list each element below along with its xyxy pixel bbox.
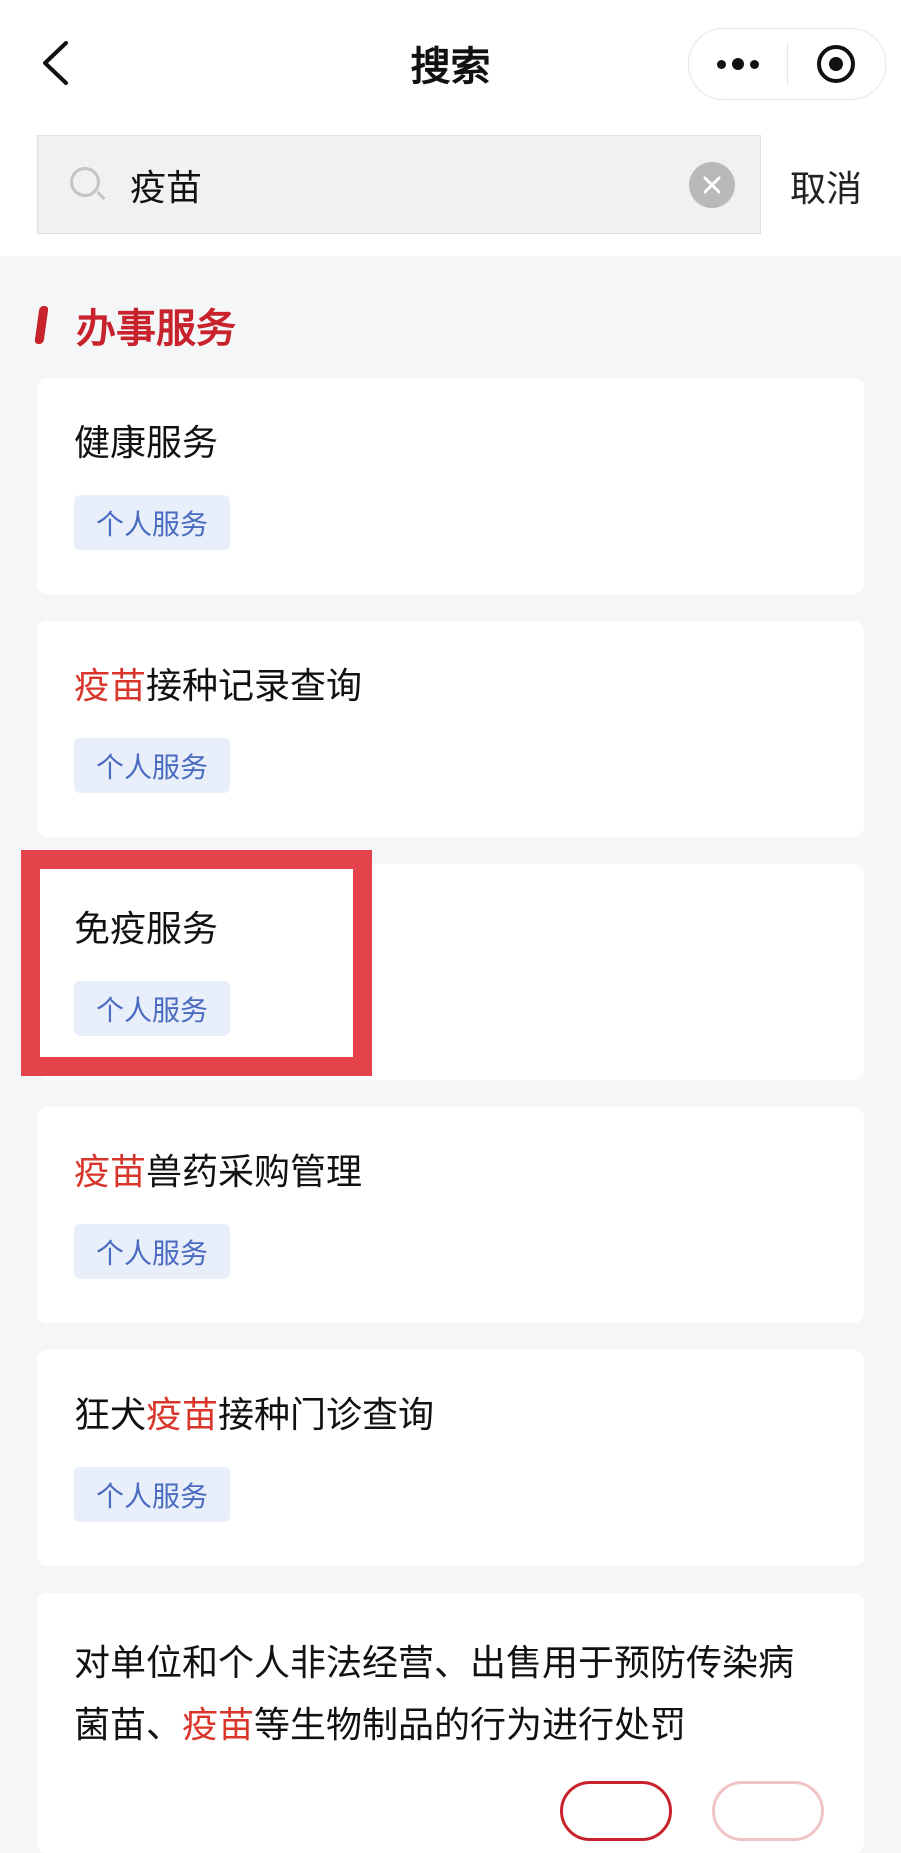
- section-header: 办事服务: [34, 300, 236, 352]
- cancel-button[interactable]: 取消: [790, 160, 862, 212]
- action-button[interactable]: [712, 1781, 824, 1841]
- search-query[interactable]: 疫苗: [130, 159, 689, 211]
- more-button[interactable]: [689, 29, 787, 99]
- search-input[interactable]: 疫苗: [37, 135, 761, 234]
- result-title: 健康服务: [74, 423, 219, 464]
- result-title: 免疫服务: [74, 909, 219, 950]
- clear-icon: [703, 176, 721, 193]
- category-tag: 个人服务: [74, 738, 230, 793]
- result-card[interactable]: 疫苗兽药采购管理 个人服务: [37, 1107, 864, 1323]
- result-card[interactable]: 疫苗接种记录查询 个人服务: [37, 621, 864, 837]
- result-title: 疫苗接种记录查询: [74, 666, 363, 707]
- result-title: 狂犬疫苗接种门诊查询: [74, 1395, 435, 1436]
- action-button[interactable]: [560, 1781, 672, 1841]
- top-bar: 搜索 疫苗 取消: [0, 0, 901, 256]
- more-dots-icon: [716, 58, 759, 70]
- category-tag: 个人服务: [74, 981, 230, 1036]
- mini-program-capsule: [688, 28, 886, 100]
- search-icon: [68, 165, 108, 205]
- result-card[interactable]: 狂犬疫苗接种门诊查询 个人服务: [37, 1350, 864, 1566]
- result-card[interactable]: 健康服务 个人服务: [37, 378, 864, 594]
- section-title: 办事服务: [76, 306, 236, 352]
- category-tag: 个人服务: [74, 1224, 230, 1279]
- clear-button[interactable]: [689, 161, 735, 208]
- result-title: 疫苗兽药采购管理: [74, 1152, 363, 1193]
- result-title: 对单位和个人非法经营、出售用于预防传染病 菌苗、疫苗等生物制品的行为进行处罚: [74, 1643, 795, 1746]
- section-accent-bar: [34, 306, 49, 344]
- close-button[interactable]: [788, 29, 886, 99]
- category-tag: 个人服务: [74, 1467, 230, 1522]
- category-tag: 个人服务: [74, 495, 230, 550]
- target-circle-icon: [817, 45, 856, 83]
- result-card[interactable]: 免疫服务 个人服务: [37, 864, 864, 1080]
